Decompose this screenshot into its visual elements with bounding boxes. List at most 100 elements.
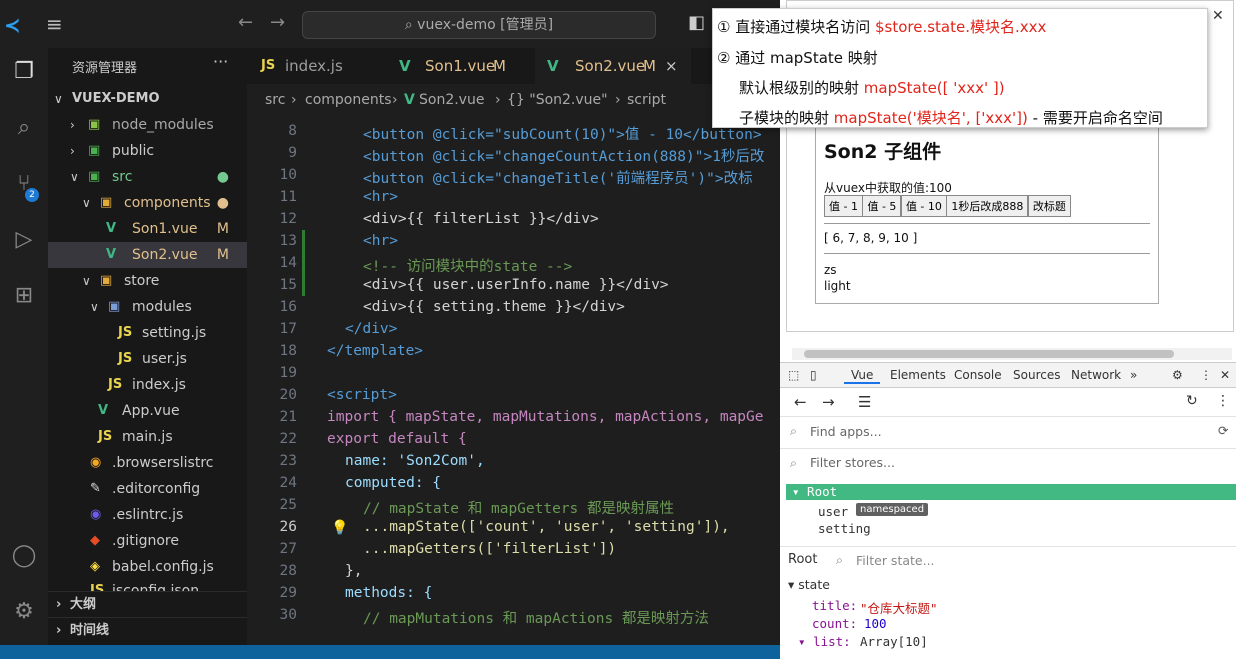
tree-item[interactable]: ∨ ▣ modules — [48, 294, 247, 320]
code-editor[interactable]: 8 9 10 11 12 13 14 15 16 17 18 19 20 21 22 23 24 25 26 27 28… — [247, 112, 780, 645]
line-number: 19 — [279, 365, 297, 381]
menu-dots-icon[interactable]: ⋮ — [1216, 393, 1230, 409]
tab-son1-vue[interactable]: V Son1.vue M — [387, 48, 533, 84]
search-icon: ⌕ — [790, 423, 798, 438]
close-icon[interactable]: × — [665, 48, 678, 84]
line-number: 20 — [279, 387, 297, 403]
tab-index-js[interactable]: JS index.js — [247, 48, 385, 84]
back-icon[interactable]: ← — [794, 393, 807, 411]
minus-10-button[interactable]: 值 - 10 — [900, 195, 947, 217]
line-number: 15 — [279, 277, 297, 293]
tree-item[interactable]: › ▣ node_modules — [48, 112, 247, 138]
code-line: import { mapState, mapMutations, mapActi… — [327, 409, 764, 425]
devtools-menu-icon[interactable]: ⋮ — [1200, 368, 1212, 382]
line-number: 12 — [279, 211, 297, 227]
forward-icon[interactable]: → — [270, 12, 285, 33]
line-number: 27 — [279, 541, 297, 557]
layout-toggle-icon[interactable]: ◧ — [688, 12, 705, 33]
breadcrumb-item[interactable]: components — [305, 88, 392, 112]
filter-state-input[interactable]: Filter state... — [856, 553, 935, 568]
code-line: methods: { — [345, 585, 433, 601]
back-icon[interactable]: ← — [238, 12, 253, 33]
tree-item[interactable]: ∨ ▣ src ● — [48, 164, 247, 190]
tree-item[interactable]: ∨ ▣ store — [48, 268, 247, 294]
tree-root[interactable]: ∨ VUEX-DEMO — [48, 86, 247, 112]
code-line: <!-- 访问模块中的state --> — [363, 259, 573, 275]
tab-sources[interactable]: Sources — [1013, 368, 1060, 382]
tree-item[interactable]: ◈ babel.config.js — [48, 554, 247, 580]
tab-network[interactable]: Network — [1071, 368, 1121, 382]
device-icon[interactable]: ▯ — [810, 368, 817, 382]
change-count-action-button[interactable]: 1秒后改成888 — [946, 195, 1029, 217]
run-debug-icon[interactable]: ▷ — [0, 220, 48, 260]
store-setting[interactable]: setting — [818, 521, 871, 536]
code-line: <hr> — [363, 189, 398, 205]
user-name-text: zs — [824, 263, 837, 277]
state-root-label: Root — [788, 552, 818, 567]
minus-1-button[interactable]: 值 - 1 — [824, 195, 863, 217]
tree-item[interactable]: V Son1.vue M — [48, 216, 247, 242]
tree-item[interactable]: JS jsconfig.json — [48, 578, 247, 592]
timeline-section[interactable]: › 时间线 — [48, 617, 247, 643]
tree-item[interactable]: JS index.js — [48, 372, 247, 398]
devtools-settings-icon[interactable]: ⚙ — [1172, 368, 1183, 382]
list-icon[interactable]: ☰ — [858, 393, 871, 411]
store-user[interactable]: user — [818, 504, 848, 519]
config-icon: ◉ — [90, 507, 102, 522]
tab-son2-vue[interactable]: V Son2.vue M × — [535, 48, 691, 84]
tab-console[interactable]: Console — [954, 368, 1002, 382]
extensions-icon[interactable]: ⊞ — [0, 276, 48, 316]
line-number: 25 — [279, 497, 297, 513]
tree-item[interactable]: ◉ .eslintrc.js — [48, 502, 247, 528]
tree-item[interactable]: JS user.js — [48, 346, 247, 372]
js-icon: JS — [118, 351, 133, 366]
refresh-icon[interactable]: ↻ — [1186, 393, 1198, 409]
forward-icon[interactable]: → — [822, 393, 835, 411]
store-root[interactable]: ▾ Root — [786, 484, 1236, 500]
close-icon[interactable]: ✕ — [1212, 8, 1224, 24]
more-icon[interactable]: ··· — [213, 52, 228, 71]
account-icon[interactable]: ◯ — [0, 536, 48, 576]
filter-stores-input[interactable]: Filter stores... — [810, 455, 895, 470]
activity-bar: ❐ ⌕ ⑂ 2 ▷ ⊞ ◯ ⚙ — [0, 48, 48, 648]
line-number: 9 — [288, 145, 297, 161]
tree-item[interactable]: ∨ ▣ components ● — [48, 190, 247, 216]
sync-icon[interactable]: ⟳ — [1218, 423, 1228, 438]
devtools-tabs: ⬚ ▯ Vue Elements Console Sources Network… — [780, 362, 1236, 388]
change-title-button[interactable]: 改标题 — [1027, 195, 1071, 217]
more-tabs-icon[interactable]: » — [1130, 368, 1137, 382]
explorer-icon[interactable]: ❐ — [0, 52, 48, 92]
source-control-icon[interactable]: ⑂ — [0, 164, 48, 204]
minus-5-button[interactable]: 值 - 5 — [862, 195, 902, 217]
explorer-header: 资源管理器 — [72, 61, 138, 76]
tree-item[interactable]: JS main.js — [48, 424, 247, 450]
devtools-close-icon[interactable]: ✕ — [1220, 368, 1230, 382]
code-line: </template> — [327, 343, 424, 359]
tree-item[interactable]: ◆ .gitignore — [48, 528, 247, 554]
tree-item-selected[interactable]: V Son2.vue M — [48, 242, 247, 268]
vscode-logo-icon: ≺ — [4, 13, 21, 37]
tab-elements[interactable]: Elements — [890, 368, 946, 382]
inspect-icon[interactable]: ⬚ — [788, 368, 799, 382]
lightbulb-icon[interactable]: 💡 — [331, 520, 348, 536]
breadcrumb-item[interactable]: Son2.vue — [419, 88, 484, 112]
tree-item[interactable]: JS setting.js — [48, 320, 247, 346]
breadcrumb-item[interactable]: script — [627, 88, 666, 112]
horizontal-scrollbar[interactable] — [792, 348, 1232, 360]
menu-icon[interactable]: ≡ — [46, 12, 63, 36]
tree-item[interactable]: › ▣ public — [48, 138, 247, 164]
config-icon: ◉ — [90, 455, 102, 470]
breadcrumb-item[interactable]: src — [265, 88, 285, 112]
find-apps-input[interactable]: Find apps... — [810, 424, 882, 439]
tree-item[interactable]: ✎ .editorconfig — [48, 476, 247, 502]
breadcrumb-item[interactable]: {} "Son2.vue" — [507, 88, 608, 112]
outline-section[interactable]: › 大纲 — [48, 591, 247, 617]
search-icon[interactable]: ⌕ — [0, 108, 48, 148]
state-section[interactable]: ▾ state — [788, 577, 830, 592]
tab-vue[interactable]: Vue — [844, 368, 881, 384]
tree-item[interactable]: V App.vue — [48, 398, 247, 424]
list-expander[interactable]: ▾ list: — [798, 634, 851, 649]
tree-item[interactable]: ◉ .browserslistrc — [48, 450, 247, 476]
command-center-search[interactable]: ⌕ vuex-demo [管理员] — [302, 11, 656, 39]
settings-gear-icon[interactable]: ⚙ — [0, 592, 48, 632]
